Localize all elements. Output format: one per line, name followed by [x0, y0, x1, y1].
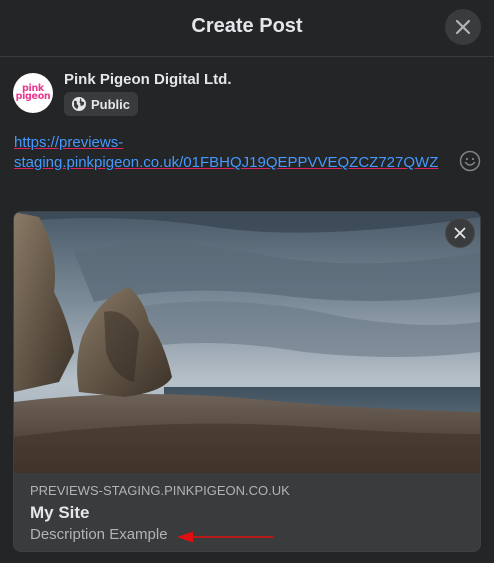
smiley-icon[interactable] [459, 150, 481, 172]
annotation-arrow-icon [177, 531, 273, 543]
link-title: My Site [30, 503, 90, 522]
post-text-input[interactable]: https://previews-staging.pinkpigeon.co.u… [14, 133, 446, 173]
close-icon [454, 227, 466, 239]
audience-selector-button[interactable]: Public [64, 92, 139, 116]
close-icon [455, 19, 471, 35]
audience-label: Public [91, 96, 131, 112]
link-description: Description Example [30, 526, 168, 543]
avatar-logo: pink pigeon [15, 82, 51, 102]
link-preview-info: PREVIEWS-STAGING.PINKPIGEON.CO.UK My Sit… [14, 473, 480, 551]
globe-icon [72, 97, 86, 111]
link-preview-card[interactable]: PREVIEWS-STAGING.PINKPIGEON.CO.UK My Sit… [13, 211, 481, 552]
close-button[interactable] [445, 9, 481, 45]
coastal-landscape-image [14, 212, 480, 473]
author-name: Pink Pigeon Digital Ltd. [64, 71, 232, 88]
link-domain: PREVIEWS-STAGING.PINKPIGEON.CO.UK [30, 483, 290, 498]
remove-preview-button[interactable] [445, 218, 475, 248]
dialog-header: Create Post [0, 0, 494, 57]
avatar[interactable]: pink pigeon [13, 73, 53, 113]
dialog-title: Create Post [191, 15, 303, 37]
